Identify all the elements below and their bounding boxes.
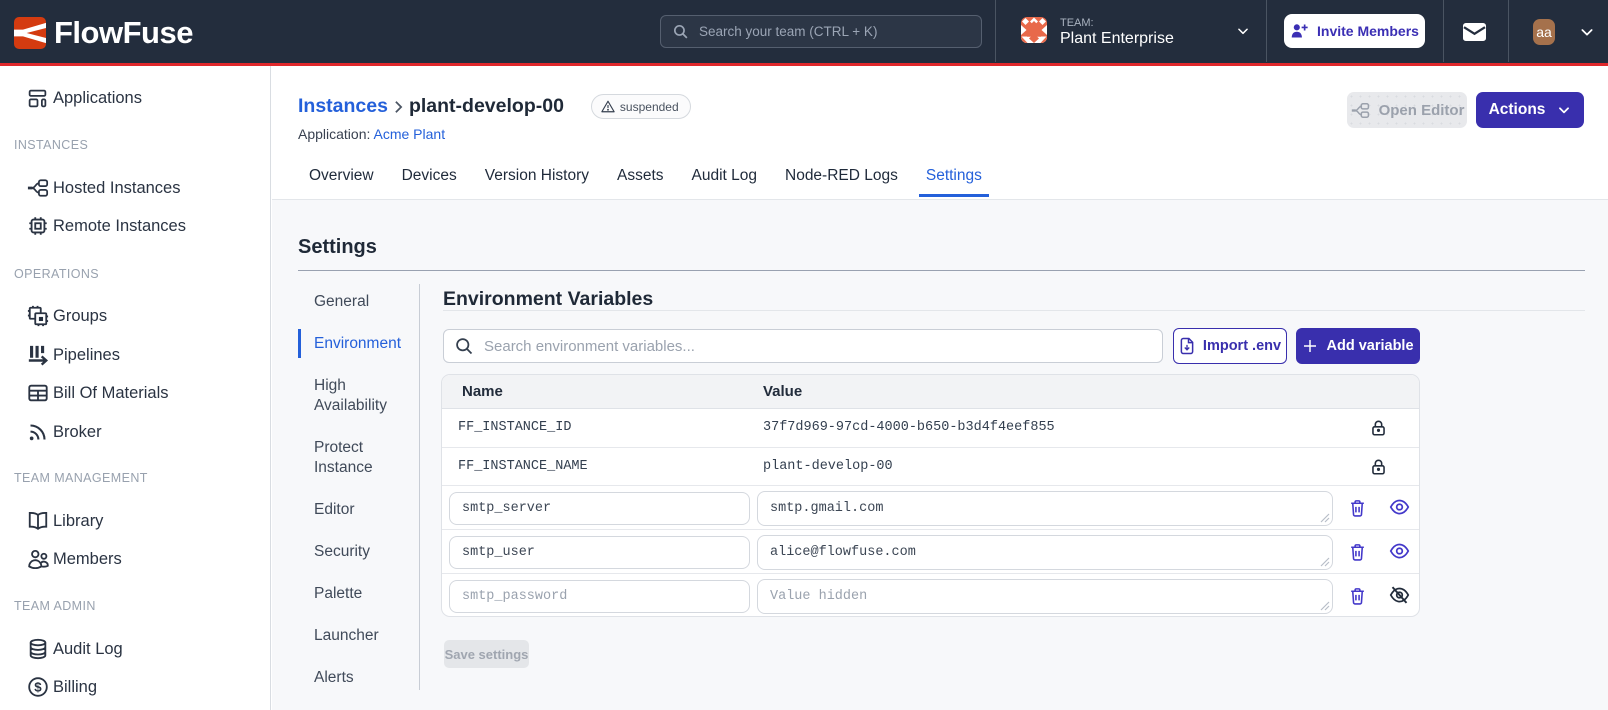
svg-text:$: $ bbox=[34, 680, 42, 695]
